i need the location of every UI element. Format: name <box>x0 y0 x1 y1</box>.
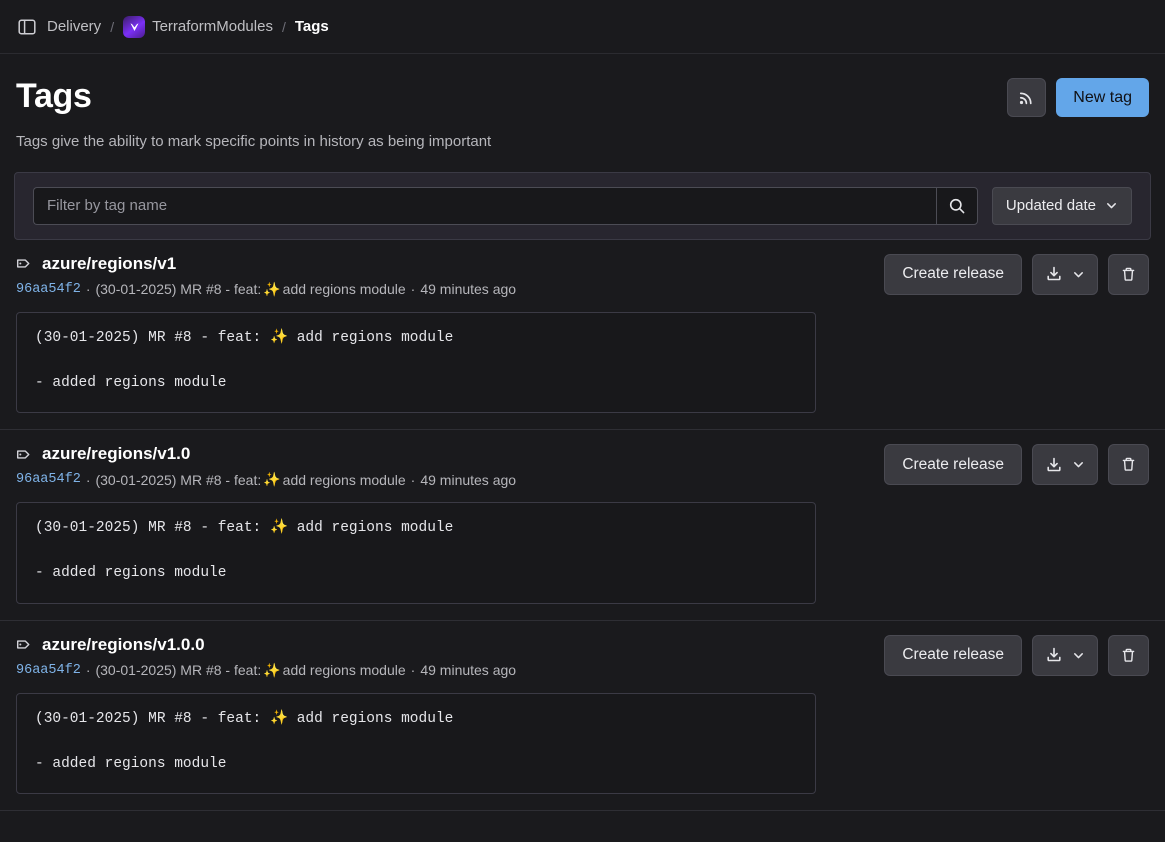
page-description: Tags give the ability to mark specific p… <box>16 132 492 150</box>
delete-tag-button[interactable] <box>1108 444 1149 486</box>
breadcrumb-separator-2: / <box>281 18 286 35</box>
tag-row-actions: Create release <box>884 253 1149 295</box>
page-header: Tags Tags give the ability to mark speci… <box>0 54 1165 150</box>
commit-message: (30-01-2025) MR #8 - feat: <box>95 471 262 488</box>
search-button[interactable] <box>935 186 978 225</box>
commit-message-tail: add regions module <box>282 281 406 298</box>
download-icon <box>1045 646 1063 664</box>
tag-row: azure/regions/v1.0.0 96aa54f2 · (30-01-2… <box>0 621 1165 812</box>
filter-bar: Updated date <box>14 171 1151 240</box>
tag-timestamp: 49 minutes ago <box>420 281 517 298</box>
commit-sha-link[interactable]: 96aa54f2 <box>16 663 81 678</box>
trash-icon <box>1120 647 1137 664</box>
sparkles-emoji: ✨ <box>263 280 281 297</box>
commit-sha-link[interactable]: 96aa54f2 <box>16 472 81 487</box>
breadcrumb-separator-1: / <box>110 18 115 35</box>
search-icon <box>948 197 966 215</box>
tag-name-link[interactable]: azure/regions/v1.0.0 <box>42 635 205 655</box>
rss-feed-button[interactable] <box>1007 78 1047 117</box>
release-notes: (30-01-2025) MR #8 - feat: ✨ add regions… <box>16 311 816 414</box>
search-input[interactable] <box>33 186 936 225</box>
delete-tag-button[interactable] <box>1108 634 1149 676</box>
delete-tag-button[interactable] <box>1108 253 1149 295</box>
create-release-button[interactable]: Create release <box>884 634 1022 676</box>
chevron-down-icon <box>1072 649 1085 662</box>
create-release-button[interactable]: Create release <box>884 253 1022 295</box>
meta-separator: · <box>410 471 416 488</box>
tag-icon <box>16 446 33 463</box>
download-icon <box>1045 265 1063 283</box>
tag-row: azure/regions/v1 96aa54f2 · (30-01-2025)… <box>0 240 1165 431</box>
tag-icon <box>16 636 33 653</box>
commit-message: (30-01-2025) MR #8 - feat: <box>95 281 262 298</box>
chevron-down-icon <box>1072 458 1085 471</box>
release-notes: (30-01-2025) MR #8 - feat: ✨ add regions… <box>16 692 816 795</box>
sparkles-emoji: ✨ <box>263 661 281 678</box>
commit-message: (30-01-2025) MR #8 - feat: <box>95 662 262 679</box>
tag-row: azure/regions/v1.0 96aa54f2 · (30-01-202… <box>0 430 1165 621</box>
trash-icon <box>1120 456 1137 473</box>
commit-message-tail: add regions module <box>282 471 406 488</box>
meta-separator: · <box>85 662 91 679</box>
breadcrumb-group-link[interactable]: Delivery <box>47 18 101 35</box>
download-icon <box>1045 456 1063 474</box>
create-release-button[interactable]: Create release <box>884 444 1022 486</box>
new-tag-button[interactable]: New tag <box>1056 78 1149 117</box>
tag-list: azure/regions/v1 96aa54f2 · (30-01-2025)… <box>0 240 1165 812</box>
chevron-down-icon <box>1072 268 1085 281</box>
trash-icon <box>1120 266 1137 283</box>
sparkles-emoji: ✨ <box>263 471 281 488</box>
tag-row-actions: Create release <box>884 634 1149 676</box>
meta-separator: · <box>85 281 91 298</box>
download-source-button[interactable] <box>1032 634 1098 676</box>
download-source-button[interactable] <box>1032 444 1098 486</box>
header-actions: New tag <box>1007 78 1149 117</box>
commit-message-tail: add regions module <box>282 662 406 679</box>
chevron-down-icon <box>1105 199 1118 212</box>
search-group <box>33 186 978 225</box>
tag-timestamp: 49 minutes ago <box>420 471 517 488</box>
meta-separator: · <box>410 662 416 679</box>
sort-dropdown-label: Updated date <box>1005 197 1096 215</box>
release-notes: (30-01-2025) MR #8 - feat: ✨ add regions… <box>16 502 816 604</box>
tag-row-actions: Create release <box>884 444 1149 486</box>
sidebar-toggle-icon[interactable] <box>16 16 38 38</box>
download-source-button[interactable] <box>1032 253 1098 295</box>
sort-dropdown[interactable]: Updated date <box>991 186 1132 225</box>
tag-icon <box>16 255 33 272</box>
tag-name-link[interactable]: azure/regions/v1 <box>42 254 176 274</box>
breadcrumb-current-page: Tags <box>294 18 329 35</box>
rss-feed-icon <box>1018 89 1035 106</box>
tag-name-link[interactable]: azure/regions/v1.0 <box>42 444 190 464</box>
breadcrumb: Delivery / TerraformModules / Tags <box>0 0 1165 54</box>
tag-timestamp: 49 minutes ago <box>420 662 517 679</box>
project-avatar <box>123 15 146 38</box>
commit-sha-link[interactable]: 96aa54f2 <box>16 282 81 297</box>
meta-separator: · <box>410 281 416 298</box>
breadcrumb-project-link[interactable]: TerraformModules <box>152 18 273 35</box>
meta-separator: · <box>85 471 91 488</box>
page-title: Tags <box>16 77 92 115</box>
